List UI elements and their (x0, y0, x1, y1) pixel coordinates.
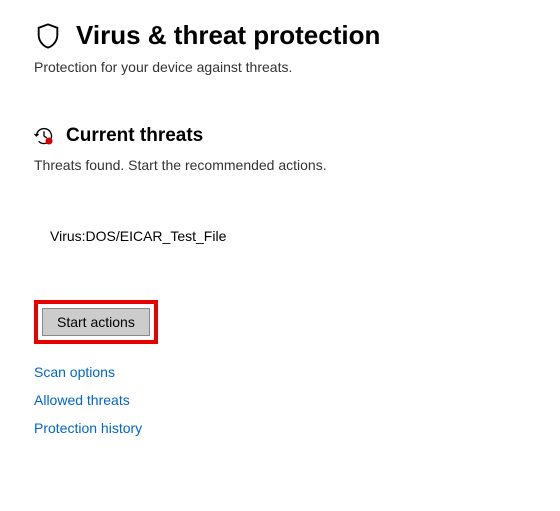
links-block: Scan options Allowed threats Protection … (34, 364, 526, 436)
page-subtitle: Protection for your device against threa… (34, 59, 526, 75)
allowed-threats-link[interactable]: Allowed threats (34, 392, 130, 408)
section-header: Current threats (34, 125, 526, 147)
shield-icon (34, 22, 62, 50)
protection-history-link[interactable]: Protection history (34, 420, 142, 436)
start-actions-highlight: Start actions (34, 300, 158, 344)
scan-options-link[interactable]: Scan options (34, 364, 115, 380)
section-title: Current threats (66, 125, 203, 147)
start-actions-button[interactable]: Start actions (42, 308, 150, 336)
threat-item[interactable]: Virus:DOS/EICAR_Test_File (50, 228, 526, 244)
section-description: Threats found. Start the recommended act… (34, 157, 526, 173)
page-title: Virus & threat protection (76, 20, 380, 51)
page-header: Virus & threat protection (34, 20, 526, 51)
threat-list: Virus:DOS/EICAR_Test_File (50, 228, 526, 244)
history-alert-icon (34, 126, 54, 146)
